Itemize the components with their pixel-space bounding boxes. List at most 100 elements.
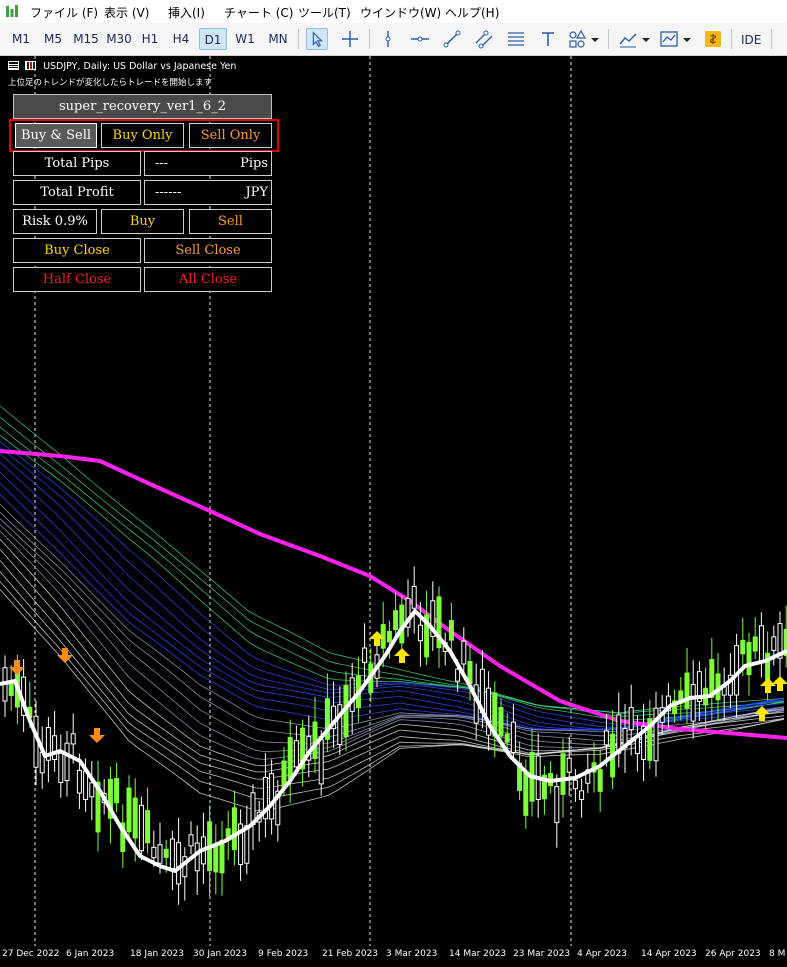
cursor-icon[interactable]: [306, 28, 328, 50]
ma-ribbon-line: [0, 405, 785, 713]
date-label: 26 Apr 2023: [705, 949, 761, 959]
ma-ribbon-line: [0, 441, 785, 725]
candle-body: [771, 636, 777, 651]
date-label: 18 Jan 2023: [130, 949, 184, 959]
candle-body: [126, 787, 132, 833]
candle-body: [287, 737, 293, 780]
sell-signal-arrow-icon: [57, 648, 73, 663]
menu-insert[interactable]: 挿入(I): [168, 4, 205, 21]
date-label: 23 Mar 2023: [513, 949, 571, 959]
shapes-icon[interactable]: [566, 28, 588, 50]
timeframe-h4[interactable]: H4: [169, 28, 193, 50]
total-pips-display: --- Pips: [144, 151, 272, 176]
candle-body: [752, 636, 758, 652]
candle-body: [510, 721, 516, 753]
candle-body: [746, 641, 752, 676]
timeframe-m5[interactable]: M5: [40, 28, 66, 50]
candle-body: [8, 683, 14, 696]
ma-ribbon-line: [0, 494, 785, 731]
date-label: 27 Dec 2022: [2, 949, 60, 959]
candle-body: [293, 740, 299, 768]
chart-menu-icon[interactable]: [8, 61, 19, 70]
menu-window[interactable]: ウインドウ(W): [360, 4, 441, 21]
total-profit-value: ------: [155, 185, 182, 200]
date-label: 9 Feb 2023: [258, 949, 309, 959]
candle-body: [386, 630, 392, 643]
toolbar-separator: [298, 29, 299, 49]
candle-body: [554, 786, 560, 824]
candle-body: [603, 730, 609, 746]
candle-body: [740, 639, 746, 655]
symbol-description: USDJPY, Daily: US Dollar vs Japanese Yen: [43, 61, 237, 72]
buy-close-button[interactable]: Buy Close: [13, 238, 141, 263]
buy-button[interactable]: Buy: [101, 209, 184, 234]
trend-line-icon[interactable]: [441, 28, 463, 50]
candle-body: [269, 773, 275, 820]
trend-line: [0, 609, 787, 873]
candle-body: [58, 752, 64, 783]
timeframe-mn[interactable]: MN: [264, 28, 292, 50]
date-label: 14 Apr 2023: [641, 949, 697, 959]
candle-body: [138, 804, 144, 852]
menu-tools[interactable]: ツール(T): [298, 4, 351, 21]
timeframe-h1[interactable]: H1: [138, 28, 162, 50]
timeframe-m1[interactable]: M1: [8, 28, 34, 50]
fibonacci-icon[interactable]: [505, 28, 527, 50]
chevron-down-icon[interactable]: [681, 28, 693, 50]
half-close-button[interactable]: Half Close: [13, 267, 141, 292]
text-tool-icon[interactable]: [537, 28, 559, 50]
chart-template-icon[interactable]: [658, 28, 680, 50]
candle-body: [628, 707, 634, 731]
risk-field[interactable]: Risk 0.9%: [13, 209, 97, 234]
horizontal-line-icon[interactable]: [409, 28, 431, 50]
timeframe-m30[interactable]: M30: [104, 28, 134, 50]
candle-body: [455, 668, 461, 682]
ma-ribbon-line: [0, 416, 785, 714]
chevron-down-icon[interactable]: [640, 28, 652, 50]
mt5-logo-icon: [6, 5, 18, 17]
all-close-button[interactable]: All Close: [144, 267, 272, 292]
date-label: 3 Mar 2023: [386, 949, 438, 959]
candle-body: [145, 810, 151, 844]
total-profit-label: Total Profit: [13, 180, 141, 205]
toolbar: M1 M5 M15 M30 H1 H4 D1 W1 MN IDE: [0, 23, 787, 56]
menu-chart[interactable]: チャート (C): [224, 4, 293, 21]
candle-body: [504, 733, 510, 743]
candle-body: [690, 684, 696, 722]
vertical-line-icon[interactable]: [377, 28, 399, 50]
candle-body: [597, 769, 603, 792]
menu-file[interactable]: ファイル (F): [30, 4, 98, 21]
candle-body: [231, 807, 237, 851]
chevron-down-icon[interactable]: [589, 28, 601, 50]
date-label: 8 M: [769, 949, 786, 959]
ea-title: super_recovery_ver1_6_2: [13, 94, 272, 119]
timeframe-m15[interactable]: M15: [71, 28, 101, 50]
menu-view[interactable]: 表示 (V): [104, 4, 149, 21]
sell-close-button[interactable]: Sell Close: [144, 238, 272, 263]
market-coin-icon[interactable]: [702, 28, 724, 50]
indicators-icon[interactable]: [617, 28, 639, 50]
crosshair-icon[interactable]: [339, 28, 361, 50]
candle-body: [523, 770, 529, 816]
candle-body: [318, 739, 324, 785]
mode-highlight-frame: [9, 119, 279, 152]
candle-body: [213, 844, 219, 873]
candle-body: [560, 753, 566, 795]
buy-signal-arrow-icon: [760, 678, 776, 693]
candle-body: [281, 760, 287, 788]
timeframe-d1[interactable]: D1: [199, 28, 227, 50]
date-label: 14 Mar 2023: [449, 949, 507, 959]
menu-help[interactable]: ヘルプ(H): [445, 4, 499, 21]
candle-body: [89, 782, 95, 798]
toolbar-separator: [731, 29, 732, 49]
date-label: 30 Jan 2023: [193, 949, 247, 959]
channel-icon[interactable]: [473, 28, 495, 50]
sell-button[interactable]: Sell: [189, 209, 272, 234]
timeframe-w1[interactable]: W1: [233, 28, 257, 50]
ma-ribbon-line: [0, 548, 785, 773]
ide-button[interactable]: IDE: [741, 33, 761, 47]
candle-body: [349, 677, 355, 712]
candle-body: [417, 624, 423, 642]
candle-body: [64, 742, 70, 782]
price-chart[interactable]: USDJPY, Daily: US Dollar vs Japanese Yen…: [0, 56, 787, 967]
